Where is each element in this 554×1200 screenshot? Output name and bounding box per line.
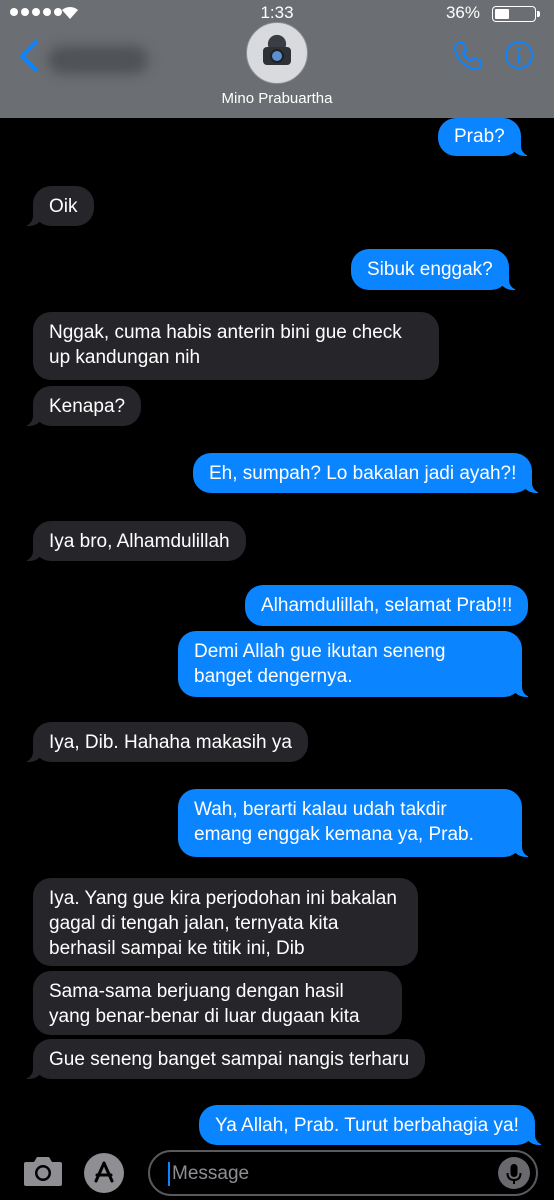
phone-icon[interactable] xyxy=(452,40,484,72)
message-bubble-outgoing[interactable]: Wah, berarti kalau udah takdir emang eng… xyxy=(178,789,534,857)
avatar[interactable] xyxy=(246,22,308,84)
message-bubble-incoming[interactable]: Iya bro, Alhamdulillah xyxy=(21,521,246,561)
message-bubble-outgoing[interactable]: Sibuk enggak? xyxy=(351,249,521,290)
message-bubble-incoming[interactable]: Oik xyxy=(21,186,94,226)
message-bubble-outgoing[interactable]: Alhamdulillah, selamat Prab!!! xyxy=(245,585,529,626)
battery-icon xyxy=(492,6,540,22)
blurred-back-label xyxy=(48,46,148,74)
microphone-icon[interactable] xyxy=(498,1157,530,1189)
message-bubble-incoming[interactable]: Iya. Yang gue kira perjodohan ini bakala… xyxy=(33,878,418,966)
message-input-container[interactable] xyxy=(148,1150,538,1196)
message-bubble-outgoing[interactable]: Prab? xyxy=(438,118,533,156)
message-bubble-incoming[interactable]: Gue seneng banget sampai nangis terharu xyxy=(20,1039,426,1079)
message-bubble-outgoing[interactable]: Eh, sumpah? Lo bakalan jadi ayah?! xyxy=(193,453,545,493)
message-bubble-incoming[interactable]: Nggak, cuma habis anterin bini gue check… xyxy=(33,312,439,380)
conversation-header: Mino Prabuartha xyxy=(0,22,554,118)
info-icon[interactable] xyxy=(504,40,534,70)
text-cursor xyxy=(168,1162,170,1186)
message-bubble-outgoing[interactable]: Ya Allah, Prab. Turut berbahagia ya! xyxy=(199,1105,547,1145)
compose-bar xyxy=(0,1146,554,1200)
message-bubble-outgoing[interactable]: Demi Allah gue ikutan seneng banget deng… xyxy=(178,631,534,697)
app-store-icon[interactable] xyxy=(84,1153,124,1193)
message-bubble-incoming[interactable]: Iya, Dib. Hahaha makasih ya xyxy=(21,722,308,762)
message-bubble-incoming[interactable]: Sama-sama berjuang dengan hasil yang ben… xyxy=(33,971,402,1035)
message-bubble-incoming[interactable]: Kenapa? xyxy=(20,386,142,426)
battery-percent: 36% xyxy=(445,3,480,22)
camera-icon[interactable] xyxy=(22,1154,64,1188)
contact-name[interactable]: Mino Prabuartha xyxy=(0,90,554,107)
chevron-left-icon[interactable] xyxy=(16,38,44,74)
message-input[interactable] xyxy=(172,1158,472,1190)
